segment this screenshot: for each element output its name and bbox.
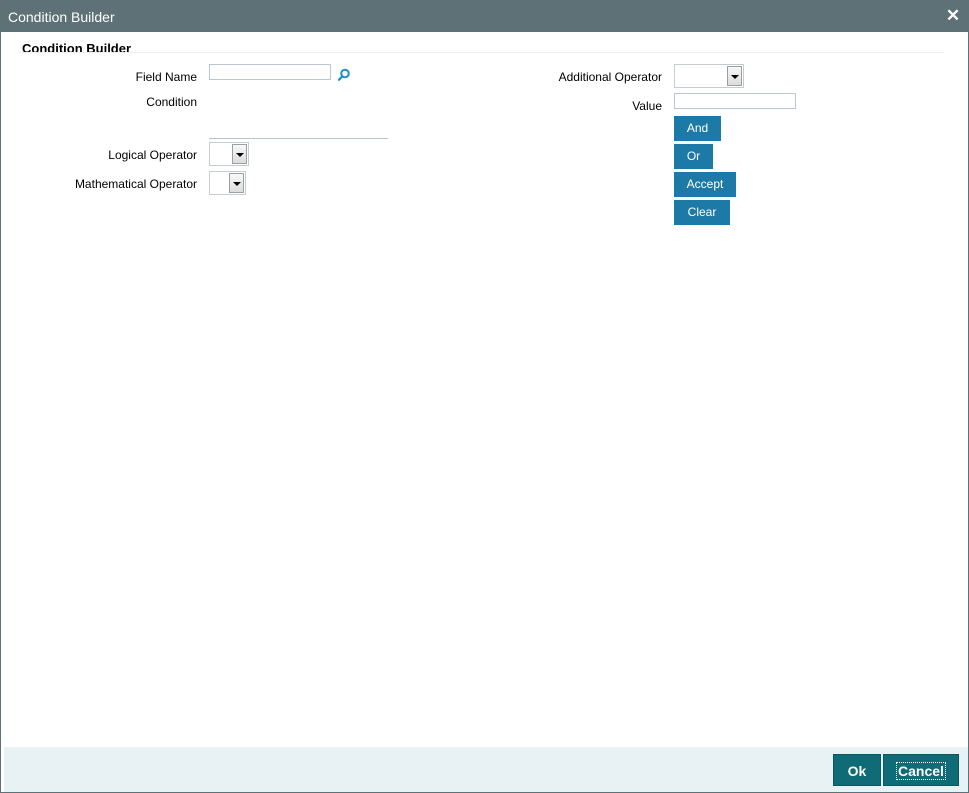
logical-operator-select[interactable] — [209, 142, 249, 166]
value-label: Value — [632, 99, 662, 113]
title-bar: Condition Builder ✕ — [1, 1, 968, 32]
cancel-button-label: Cancel — [896, 762, 946, 780]
additional-operator-label: Additional Operator — [558, 70, 662, 84]
section-title: Condition Builder — [22, 41, 132, 56]
mathematical-operator-select[interactable] — [209, 171, 246, 195]
or-button[interactable]: Or — [674, 144, 713, 169]
and-button[interactable]: And — [674, 116, 721, 141]
condition-label: Condition — [146, 95, 197, 109]
value-input[interactable] — [674, 93, 796, 109]
logical-operator-label: Logical Operator — [108, 148, 197, 162]
chevron-down-icon — [229, 173, 244, 193]
chevron-down-icon — [727, 66, 742, 86]
clear-button[interactable]: Clear — [674, 200, 730, 225]
additional-operator-select[interactable] — [674, 64, 744, 88]
chevron-down-icon — [232, 144, 247, 164]
window-title: Condition Builder — [8, 9, 115, 25]
ok-button[interactable]: Ok — [833, 754, 881, 786]
field-name-label: Field Name — [135, 70, 197, 84]
footer-bar — [4, 747, 968, 792]
condition-builder-window: Condition Builder ✕ Condition Builder Fi… — [0, 0, 969, 793]
mathematical-operator-label: Mathematical Operator — [74, 177, 197, 191]
condition-field[interactable] — [209, 138, 388, 139]
accept-button[interactable]: Accept — [674, 172, 736, 197]
cancel-button[interactable]: Cancel — [883, 754, 959, 786]
close-icon[interactable]: ✕ — [944, 6, 962, 26]
section-divider — [19, 52, 944, 53]
field-name-input[interactable] — [209, 64, 331, 80]
search-icon[interactable] — [337, 68, 351, 82]
